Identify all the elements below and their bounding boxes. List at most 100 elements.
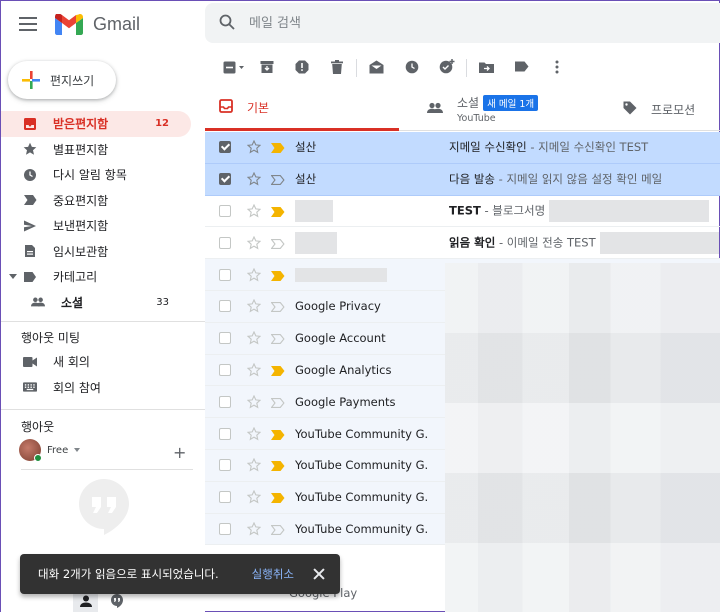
- email-sender: 설산: [295, 140, 317, 155]
- email-sender: Google Analytics: [295, 362, 392, 377]
- star-icon[interactable]: [247, 394, 261, 409]
- star-icon[interactable]: [247, 267, 261, 282]
- row-checkbox[interactable]: [219, 236, 231, 249]
- sidebar-item-categories[interactable]: 카테고리: [1, 264, 191, 290]
- email-row[interactable]: TEST - 블로그서명: [205, 196, 720, 228]
- hangouts-title: 행아웃: [21, 420, 55, 434]
- more-options-button[interactable]: [539, 53, 574, 83]
- email-subject: TEST: [449, 203, 481, 218]
- delete-button[interactable]: [319, 53, 354, 83]
- important-marker-icon[interactable]: [271, 270, 285, 281]
- star-icon[interactable]: [247, 331, 261, 345]
- star-icon[interactable]: [247, 362, 261, 377]
- sidebar-item-sent[interactable]: 보낸편지함: [1, 213, 191, 239]
- search-input[interactable]: [249, 15, 549, 31]
- row-checkbox[interactable]: [219, 141, 231, 154]
- tab-social-header: 소셜 새 메일 1개: [457, 94, 539, 111]
- tag-icon: [623, 101, 637, 118]
- contacts-tab[interactable]: [73, 591, 98, 612]
- add-to-tasks-button[interactable]: [429, 53, 464, 83]
- undo-button[interactable]: 실행취소: [252, 566, 294, 582]
- important-marker-icon[interactable]: [271, 460, 285, 472]
- star-icon[interactable]: [247, 490, 261, 504]
- star-icon[interactable]: [247, 458, 261, 472]
- plus-icon: [22, 71, 40, 89]
- snackbar-message: 대화 2개가 읽음으로 표시되었습니다.: [38, 567, 219, 581]
- row-checkbox[interactable]: [219, 173, 231, 186]
- sidebar-item-drafts[interactable]: 임시보관함: [1, 239, 191, 265]
- email-sender: Google Account: [295, 331, 386, 346]
- snooze-button[interactable]: [394, 53, 429, 83]
- new-mail-badge: 새 메일 1개: [483, 94, 539, 111]
- important-marker-icon[interactable]: [270, 174, 285, 186]
- caret-down-icon[interactable]: [74, 448, 81, 452]
- sidebar-item-starred[interactable]: 별표편지함: [1, 137, 191, 163]
- important-marker-icon[interactable]: [270, 238, 285, 249]
- caret-down-icon[interactable]: [9, 274, 17, 280]
- hangouts-tab[interactable]: [104, 591, 129, 612]
- important-marker-icon[interactable]: [270, 397, 285, 408]
- important-icon: [23, 193, 37, 207]
- star-icon[interactable]: [247, 521, 261, 536]
- important-marker-icon[interactable]: [270, 524, 285, 535]
- important-marker-icon[interactable]: [271, 429, 285, 440]
- people-icon: [427, 102, 443, 117]
- important-marker-icon[interactable]: [271, 492, 285, 504]
- sidebar-item-important[interactable]: 중요편지함: [1, 188, 191, 214]
- row-checkbox[interactable]: [219, 363, 231, 376]
- sidebar-item-snoozed[interactable]: 다시 알림 항목: [1, 162, 191, 188]
- row-checkbox[interactable]: [219, 491, 231, 504]
- main-menu-icon[interactable]: [19, 17, 37, 31]
- labels-button[interactable]: [504, 53, 539, 83]
- email-sender: YouTube Community G.: [295, 490, 429, 505]
- row-checkbox[interactable]: [219, 300, 231, 313]
- email-snippet: - 블로그서명: [480, 203, 546, 218]
- row-checkbox[interactable]: [219, 395, 231, 408]
- archive-button[interactable]: [249, 53, 284, 83]
- important-marker-icon[interactable]: [271, 206, 285, 217]
- search-icon[interactable]: [219, 14, 235, 33]
- star-icon[interactable]: [247, 235, 261, 250]
- draft-icon: [23, 244, 37, 258]
- row-checkbox[interactable]: [219, 459, 231, 472]
- email-row[interactable]: 설산 지메일 수신확인 - 지메일 수신확인 TEST: [205, 132, 720, 164]
- sidebar-item-inbox[interactable]: 받은편지함 12: [1, 111, 191, 137]
- important-marker-icon[interactable]: [271, 365, 285, 376]
- move-to-button[interactable]: [469, 53, 504, 83]
- report-spam-button[interactable]: [284, 53, 319, 83]
- sidebar-item-social[interactable]: 소셜 33: [1, 290, 191, 316]
- gmail-logo[interactable]: Gmail: [55, 13, 140, 35]
- important-marker-icon[interactable]: [271, 142, 285, 154]
- row-checkbox[interactable]: [219, 268, 231, 281]
- close-icon[interactable]: [312, 567, 326, 581]
- email-row[interactable]: 설산 다음 발송 - 지메일 읽지 않음 설정 확인 메일: [205, 163, 720, 196]
- tab-primary[interactable]: 기본: [205, 87, 399, 131]
- new-meeting-item[interactable]: 새 회의: [1, 349, 191, 375]
- email-sender: [295, 199, 445, 222]
- star-icon[interactable]: [247, 140, 261, 154]
- add-contact-icon[interactable]: +: [173, 443, 186, 462]
- row-checkbox[interactable]: [219, 204, 231, 217]
- tab-promotions[interactable]: 프로모션: [609, 87, 720, 131]
- join-meeting-item[interactable]: 회의 참여: [1, 375, 191, 401]
- hangouts-user[interactable]: Free: [19, 439, 81, 462]
- email-row[interactable]: 읽음 확인 - 이메일 전송 TEST: [205, 227, 720, 260]
- email-sender: YouTube Community G.: [295, 521, 429, 536]
- mark-unread-button[interactable]: [359, 53, 394, 83]
- row-checkbox[interactable]: [219, 332, 231, 345]
- row-checkbox[interactable]: [219, 522, 231, 535]
- label-icon: [514, 61, 529, 75]
- star-icon[interactable]: [247, 426, 261, 441]
- star-icon[interactable]: [247, 203, 261, 218]
- category-tabs: 기본 소셜 새 메일 1개 YouTube 프로모션: [205, 87, 720, 131]
- email-subject: 읽음 확인: [449, 235, 496, 250]
- row-checkbox[interactable]: [219, 427, 231, 440]
- compose-button[interactable]: 편지쓰기: [8, 61, 116, 99]
- select-all-checkbox[interactable]: [219, 53, 249, 83]
- important-marker-icon[interactable]: [270, 333, 285, 345]
- tab-social[interactable]: 소셜 새 메일 1개 YouTube: [413, 87, 607, 131]
- important-marker-icon[interactable]: [270, 301, 285, 313]
- star-icon[interactable]: [247, 172, 261, 186]
- email-sender: YouTube Community G.: [295, 458, 429, 473]
- star-icon[interactable]: [247, 299, 261, 313]
